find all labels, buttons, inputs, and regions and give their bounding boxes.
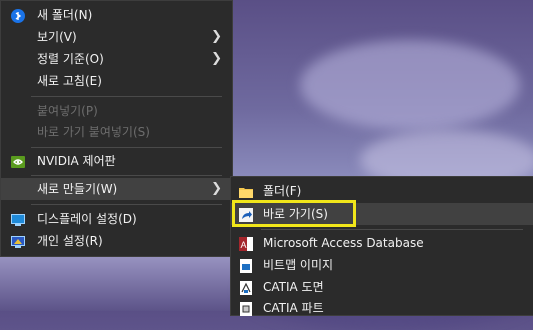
shortcut-highlight-box: [232, 200, 356, 227]
menu-item-nvidia-control-panel[interactable]: NVIDIA 제어판: [1, 150, 232, 172]
menu-item-new-folder[interactable]: 새 폴더(N): [1, 4, 232, 26]
personalize-icon: [11, 234, 25, 248]
menu-item-new[interactable]: 새로 만들기(W) ❯: [1, 178, 232, 200]
submenu-item-folder[interactable]: 폴더(F): [231, 180, 533, 202]
menu-separator: [31, 204, 222, 205]
catia-part-icon: [239, 301, 253, 316]
folder-icon: [239, 184, 253, 198]
menu-item-paste: 붙여넣기(P): [37, 104, 98, 118]
submenu-item-bitmap[interactable]: 비트맵 이미지: [231, 254, 533, 276]
submenu-item-catia-part[interactable]: CATIA 파트: [231, 297, 533, 319]
chevron-right-icon: ❯: [211, 29, 222, 44]
menu-item-refresh[interactable]: 새로 고침(E): [1, 70, 232, 92]
desktop-context-menu: 새 폴더(N) 보기(V) ❯ 정렬 기준(O) ❯ 새로 고침(E) 붙여넣기…: [0, 0, 233, 257]
chevron-right-icon: ❯: [211, 51, 222, 66]
submenu-item-catia-drawing[interactable]: CATIA 도면: [231, 276, 533, 298]
new-submenu: 폴더(F) 바로 가기(S) A Microsoft Access Databa…: [230, 176, 533, 316]
submenu-item-access-database[interactable]: A Microsoft Access Database: [231, 232, 533, 254]
menu-item-paste-shortcut: 바로 가기 붙여넣기(S): [37, 125, 150, 139]
monitor-icon: [11, 212, 25, 226]
menu-separator: [261, 229, 523, 230]
nvidia-icon: [11, 154, 25, 168]
menu-separator: [31, 147, 222, 148]
svg-text:A: A: [241, 240, 247, 250]
menu-item-personalize[interactable]: 개인 설정(R): [1, 230, 232, 252]
menu-item-display-settings[interactable]: 디스플레이 설정(D): [1, 208, 232, 230]
chevron-right-icon: ❯: [211, 181, 222, 196]
menu-item-view[interactable]: 보기(V) ❯: [1, 26, 232, 48]
catia-drawing-icon: [239, 280, 253, 295]
menu-item-sort-by[interactable]: 정렬 기준(O) ❯: [1, 48, 232, 70]
menu-separator: [31, 175, 222, 176]
share-icon: [11, 8, 25, 23]
bitmap-image-icon: [239, 258, 253, 273]
wallpaper-cloud: [300, 40, 520, 130]
menu-separator: [31, 96, 222, 97]
access-database-icon: A: [239, 236, 253, 251]
